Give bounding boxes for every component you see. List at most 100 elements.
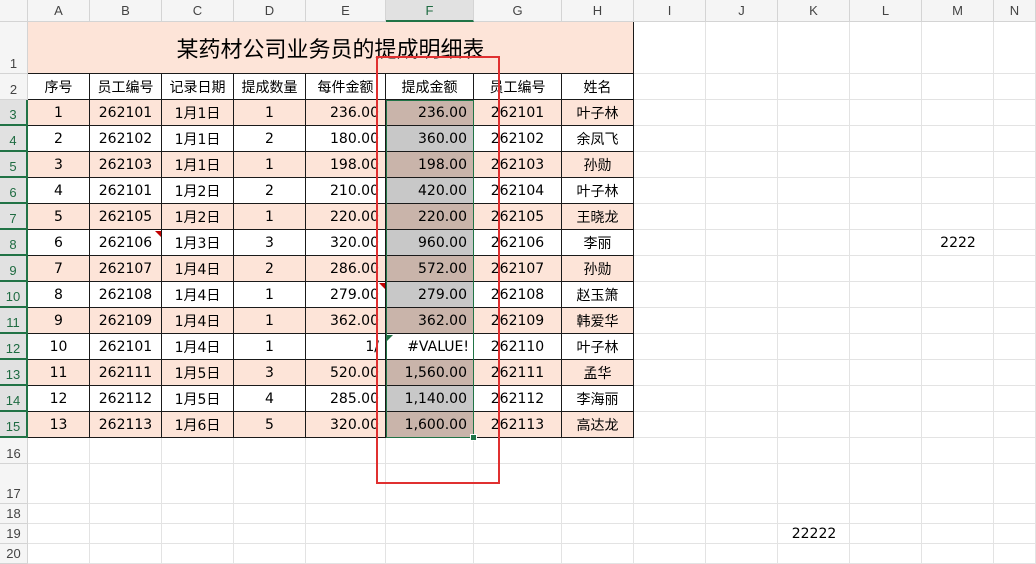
table-cell[interactable]: 孙勋 bbox=[562, 256, 634, 282]
table-cell[interactable]: 3 bbox=[28, 152, 90, 178]
table-title[interactable]: 某药材公司业务员的提成明细表 bbox=[28, 22, 634, 74]
row-header-5[interactable]: 5 bbox=[0, 152, 28, 178]
header-cell[interactable]: 姓名 bbox=[562, 74, 634, 100]
table-cell[interactable]: 262101 bbox=[90, 334, 162, 360]
table-cell[interactable]: 13 bbox=[28, 412, 90, 438]
table-cell[interactable]: 262107 bbox=[90, 256, 162, 282]
cell-m8[interactable]: 2222 bbox=[922, 230, 994, 256]
table-cell[interactable]: 262111 bbox=[474, 360, 562, 386]
table-cell[interactable]: 1/ bbox=[306, 334, 386, 360]
column-header-h[interactable]: H bbox=[562, 0, 634, 22]
table-cell[interactable]: 262101 bbox=[90, 178, 162, 204]
table-cell[interactable]: 1 bbox=[234, 100, 306, 126]
table-cell[interactable]: 1月3日 bbox=[162, 230, 234, 256]
table-cell[interactable]: 180.00 bbox=[306, 126, 386, 152]
table-cell[interactable]: 262103 bbox=[90, 152, 162, 178]
table-cell[interactable]: 10 bbox=[28, 334, 90, 360]
table-cell[interactable]: 余凤飞 bbox=[562, 126, 634, 152]
table-cell[interactable]: 262113 bbox=[474, 412, 562, 438]
table-cell[interactable]: 262111 bbox=[90, 360, 162, 386]
table-cell[interactable]: 5 bbox=[234, 412, 306, 438]
table-cell[interactable]: 叶子林 bbox=[562, 178, 634, 204]
header-cell[interactable]: 序号 bbox=[28, 74, 90, 100]
table-cell[interactable]: 1,560.00 bbox=[386, 360, 474, 386]
table-cell[interactable]: 320.00 bbox=[306, 412, 386, 438]
table-cell[interactable]: 1月4日 bbox=[162, 308, 234, 334]
table-cell[interactable]: 高达龙 bbox=[562, 412, 634, 438]
row-header-19[interactable]: 19 bbox=[0, 524, 28, 544]
table-cell[interactable]: 210.00 bbox=[306, 178, 386, 204]
table-cell[interactable]: 1,140.00 bbox=[386, 386, 474, 412]
table-cell[interactable]: 1月5日 bbox=[162, 386, 234, 412]
table-cell[interactable]: 李海丽 bbox=[562, 386, 634, 412]
table-cell[interactable]: 262112 bbox=[474, 386, 562, 412]
table-cell[interactable]: 262109 bbox=[474, 308, 562, 334]
table-cell[interactable]: 262103 bbox=[474, 152, 562, 178]
table-cell[interactable]: 8 bbox=[28, 282, 90, 308]
column-header-n[interactable]: N bbox=[994, 0, 1036, 22]
table-cell[interactable]: 1月1日 bbox=[162, 152, 234, 178]
table-cell[interactable]: #VALUE! bbox=[386, 334, 474, 360]
row-header-13[interactable]: 13 bbox=[0, 360, 28, 386]
table-cell[interactable]: 2 bbox=[28, 126, 90, 152]
table-cell[interactable]: 360.00 bbox=[386, 126, 474, 152]
table-cell[interactable]: 1月1日 bbox=[162, 126, 234, 152]
table-cell[interactable]: 262102 bbox=[474, 126, 562, 152]
column-header-l[interactable]: L bbox=[850, 0, 922, 22]
row-header-14[interactable]: 14 bbox=[0, 386, 28, 412]
table-cell[interactable]: 李丽 bbox=[562, 230, 634, 256]
table-cell[interactable]: 叶子林 bbox=[562, 100, 634, 126]
row-header-4[interactable]: 4 bbox=[0, 126, 28, 152]
row-header-2[interactable]: 2 bbox=[0, 74, 28, 100]
row-header-9[interactable]: 9 bbox=[0, 256, 28, 282]
table-cell[interactable]: 279.00 bbox=[306, 282, 386, 308]
table-cell[interactable]: 262108 bbox=[474, 282, 562, 308]
row-header-10[interactable]: 10 bbox=[0, 282, 28, 308]
table-cell[interactable]: 220.00 bbox=[386, 204, 474, 230]
row-header-15[interactable]: 15 bbox=[0, 412, 28, 438]
table-cell[interactable]: 2 bbox=[234, 126, 306, 152]
column-header-j[interactable]: J bbox=[706, 0, 778, 22]
table-cell[interactable]: 2 bbox=[234, 178, 306, 204]
table-cell[interactable]: 220.00 bbox=[306, 204, 386, 230]
table-cell[interactable]: 198.00 bbox=[306, 152, 386, 178]
table-cell[interactable]: 1月2日 bbox=[162, 204, 234, 230]
table-cell[interactable]: 262107 bbox=[474, 256, 562, 282]
table-cell[interactable]: 1月4日 bbox=[162, 334, 234, 360]
table-cell[interactable]: 262110 bbox=[474, 334, 562, 360]
row-header-6[interactable]: 6 bbox=[0, 178, 28, 204]
table-cell[interactable]: 262101 bbox=[90, 100, 162, 126]
table-cell[interactable]: 3 bbox=[234, 230, 306, 256]
table-cell[interactable]: 236.00 bbox=[306, 100, 386, 126]
table-cell[interactable]: 286.00 bbox=[306, 256, 386, 282]
table-cell[interactable]: 198.00 bbox=[386, 152, 474, 178]
column-header-a[interactable]: A bbox=[28, 0, 90, 22]
table-cell[interactable]: 1 bbox=[234, 308, 306, 334]
table-cell[interactable]: 279.00 bbox=[386, 282, 474, 308]
header-cell[interactable]: 员工编号 bbox=[90, 74, 162, 100]
table-cell[interactable]: 262101 bbox=[474, 100, 562, 126]
table-cell[interactable]: 1月4日 bbox=[162, 282, 234, 308]
table-cell[interactable]: 12 bbox=[28, 386, 90, 412]
table-cell[interactable]: 1 bbox=[234, 152, 306, 178]
table-cell[interactable]: 3 bbox=[234, 360, 306, 386]
table-cell[interactable]: 韩爱华 bbox=[562, 308, 634, 334]
table-cell[interactable]: 285.00 bbox=[306, 386, 386, 412]
table-cell[interactable]: 362.00 bbox=[386, 308, 474, 334]
table-cell[interactable]: 1 bbox=[234, 282, 306, 308]
column-header-k[interactable]: K bbox=[778, 0, 850, 22]
table-cell[interactable]: 520.00 bbox=[306, 360, 386, 386]
row-header-17[interactable]: 17 bbox=[0, 464, 28, 504]
table-cell[interactable]: 1月6日 bbox=[162, 412, 234, 438]
table-cell[interactable]: 262113 bbox=[90, 412, 162, 438]
spreadsheet-grid[interactable]: ABCDEFGHIJKLMN 1 2 3 4 5 6 7 8 9 10 11 12 13 14 15 16 17… bbox=[0, 0, 1036, 564]
column-header-f[interactable]: F bbox=[386, 0, 474, 22]
table-cell[interactable]: 1月4日 bbox=[162, 256, 234, 282]
column-header-b[interactable]: B bbox=[90, 0, 162, 22]
table-cell[interactable]: 赵玉箫 bbox=[562, 282, 634, 308]
table-cell[interactable]: 5 bbox=[28, 204, 90, 230]
column-header-d[interactable]: D bbox=[234, 0, 306, 22]
table-cell[interactable]: 262106 bbox=[474, 230, 562, 256]
table-cell[interactable]: 262108 bbox=[90, 282, 162, 308]
table-cell[interactable]: 320.00 bbox=[306, 230, 386, 256]
